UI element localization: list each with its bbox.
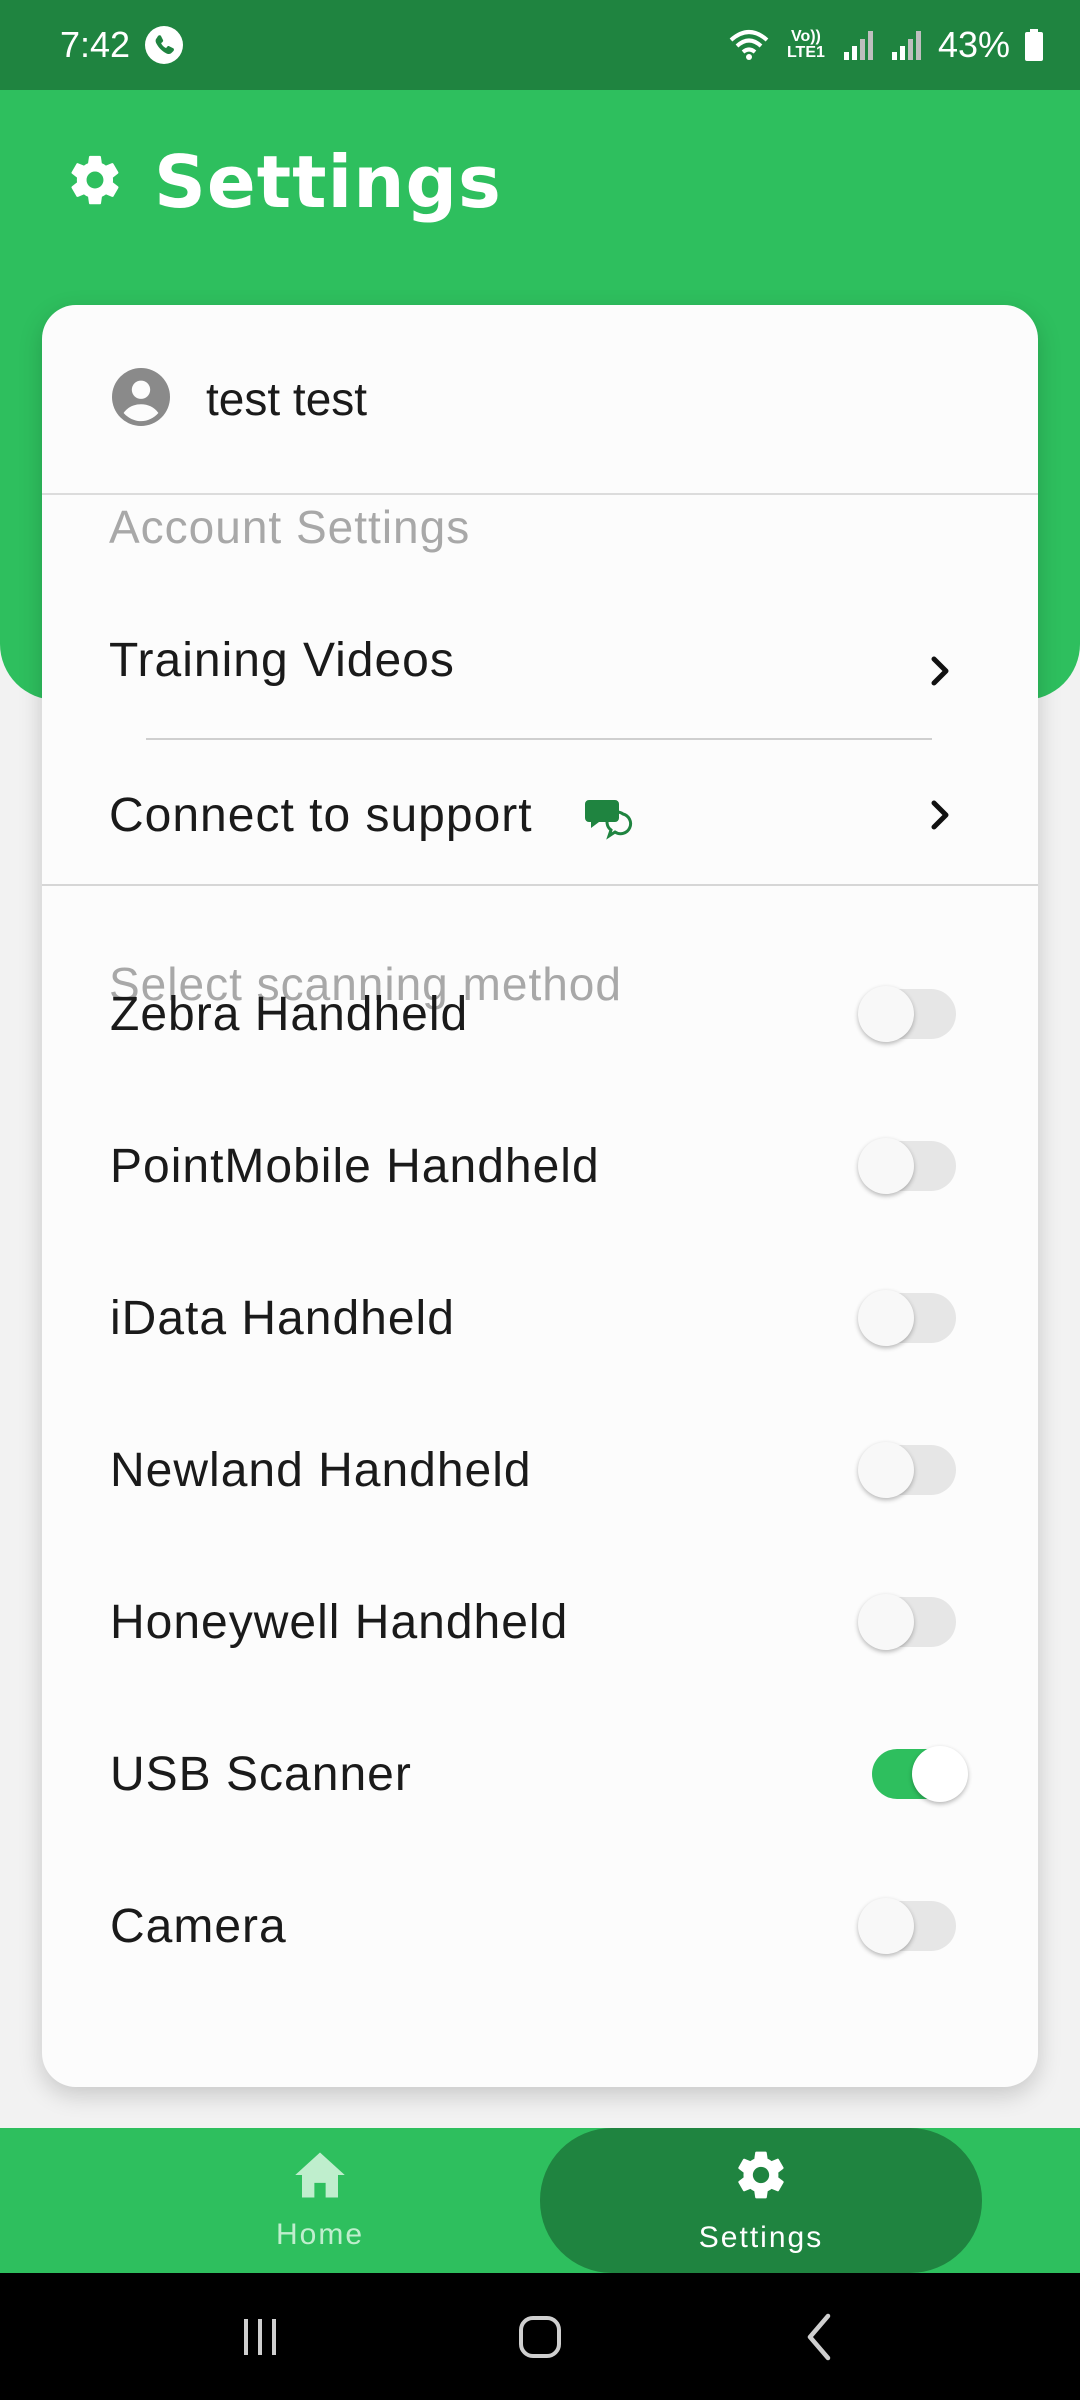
status-left: 7:42 (60, 24, 184, 66)
recent-apps-icon[interactable] (215, 2292, 305, 2382)
network-type: Vo)) LTE1 (786, 28, 825, 61)
section-divider (42, 884, 1038, 886)
scanning-option-row[interactable]: USB Scanner (42, 1698, 1038, 1850)
page-header: Settings (66, 140, 502, 224)
signal-icon (842, 28, 876, 62)
scanning-option-row[interactable]: Newland Handheld (42, 1394, 1038, 1546)
account-circle-icon (112, 367, 170, 431)
gear-icon (66, 151, 124, 214)
scanning-option-label: Zebra Handheld (110, 987, 469, 1041)
user-name: test test (206, 373, 368, 425)
toggle-switch[interactable] (858, 986, 956, 1042)
nav-settings[interactable]: Settings (540, 2128, 982, 2273)
toggle-thumb (858, 1442, 914, 1498)
toggle-switch[interactable] (858, 1442, 956, 1498)
toggle-switch[interactable] (860, 1746, 968, 1802)
chat-bubbles-icon (584, 796, 635, 842)
nav-home[interactable]: Home (160, 2128, 480, 2273)
toggle-thumb (858, 986, 914, 1042)
scanning-option-label: Honeywell Handheld (110, 1595, 569, 1649)
scanning-option-row[interactable]: Honeywell Handheld (42, 1546, 1038, 1698)
scanning-option-label: iData Handheld (110, 1291, 455, 1345)
bottom-navigation: Home Settings (0, 2128, 1080, 2273)
toggle-thumb (858, 1290, 914, 1346)
battery-icon (1024, 28, 1044, 62)
toggle-switch[interactable] (858, 1290, 956, 1346)
scanning-option-label: Newland Handheld (110, 1443, 532, 1497)
status-right: Vo)) LTE1 43% (728, 24, 1044, 66)
toggle-thumb (858, 1898, 914, 1954)
status-bar: 7:42 Vo)) LTE1 43% (0, 0, 1080, 90)
scanning-option-row[interactable]: Camera (42, 1850, 1038, 2002)
connect-support-row[interactable]: Connect to support (42, 760, 1038, 870)
settings-card: test test Account Settings Training Vide… (42, 305, 1038, 2087)
back-icon[interactable] (775, 2292, 865, 2382)
battery-percent: 43% (937, 24, 1010, 65)
status-time: 7:42 (60, 24, 131, 65)
user-profile-row[interactable]: test test (42, 305, 1038, 495)
chevron-right-icon (928, 795, 958, 835)
page-title: Settings (154, 140, 502, 224)
signal-icon-2 (890, 28, 924, 62)
gear-icon (733, 2147, 789, 2211)
training-videos-label: Training Videos (109, 633, 455, 687)
phone-call-icon (144, 25, 184, 65)
connect-support-label: Connect to support (109, 788, 533, 842)
nav-home-label: Home (275, 2217, 365, 2251)
training-videos-row[interactable]: Training Videos (42, 605, 1038, 715)
toggle-switch[interactable] (858, 1594, 956, 1650)
home-icon (293, 2150, 347, 2208)
system-navigation-bar (0, 2273, 1080, 2400)
chevron-right-icon (928, 651, 958, 691)
scanning-option-row[interactable]: iData Handheld (42, 1242, 1038, 1394)
wifi-icon (728, 28, 770, 62)
scanning-option-label: Camera (110, 1899, 287, 1953)
scanning-option-row[interactable]: PointMobile Handheld (42, 1090, 1038, 1242)
scanning-option-label: PointMobile Handheld (110, 1139, 600, 1193)
toggle-thumb (912, 1746, 968, 1802)
toggle-switch[interactable] (858, 1138, 956, 1194)
account-settings-label: Account Settings (109, 501, 471, 553)
toggle-thumb (858, 1138, 914, 1194)
nav-settings-label: Settings (698, 2220, 824, 2254)
home-button-icon[interactable] (495, 2292, 585, 2382)
toggle-thumb (858, 1594, 914, 1650)
scanning-option-row[interactable]: Zebra Handheld (42, 938, 1038, 1090)
divider (146, 738, 932, 740)
toggle-switch[interactable] (858, 1898, 956, 1954)
scanning-option-label: USB Scanner (110, 1747, 412, 1801)
